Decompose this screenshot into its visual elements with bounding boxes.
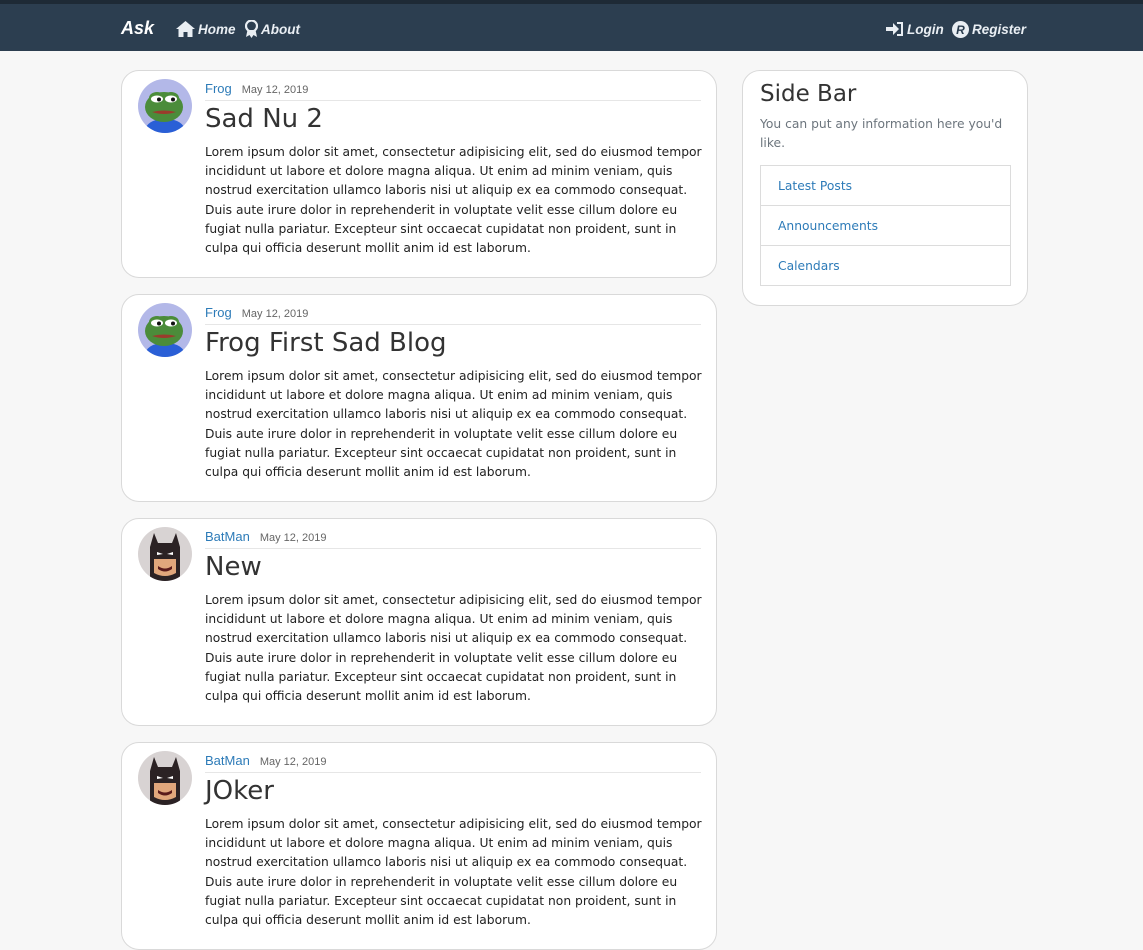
- post-card: Frog May 12, 2019 Sad Nu 2 Lorem ipsum d…: [121, 70, 717, 278]
- registered-icon: R: [952, 20, 969, 38]
- post-meta: Frog May 12, 2019: [205, 305, 701, 325]
- sidebar-title: Side Bar: [760, 81, 857, 107]
- post-content: Lorem ipsum dolor sit amet, consectetur …: [205, 817, 702, 928]
- nav-register-label: Register: [972, 21, 1027, 37]
- author-avatar[interactable]: [138, 527, 192, 581]
- post-card: BatMan May 12, 2019 JOker Lorem ipsum do…: [121, 742, 717, 950]
- batman-avatar-icon: [138, 527, 192, 581]
- nav-login-label: Login: [907, 21, 944, 37]
- sign-in-icon: [886, 22, 903, 36]
- nav-about-link[interactable]: About: [245, 19, 300, 39]
- post-title[interactable]: Sad Nu 2: [205, 104, 323, 134]
- post-card: BatMan May 12, 2019 New Lorem ipsum dolo…: [121, 518, 717, 726]
- nav-home-link[interactable]: Home: [176, 19, 236, 39]
- svg-text:R: R: [956, 23, 965, 37]
- top-navbar: Ask Home About Login R Register: [0, 0, 1143, 51]
- post-author-link[interactable]: Frog: [205, 305, 232, 320]
- sidebar-item-announcements[interactable]: Announcements: [761, 206, 1010, 246]
- post-author-link[interactable]: BatMan: [205, 753, 250, 768]
- sidebar-description: You can put any information here you'd l…: [760, 117, 1003, 150]
- author-avatar[interactable]: [138, 79, 192, 133]
- sidebar-item-latest-posts[interactable]: Latest Posts: [761, 166, 1010, 206]
- post-meta: BatMan May 12, 2019: [205, 753, 701, 773]
- post-title[interactable]: Frog First Sad Blog: [205, 328, 447, 358]
- post-meta: Frog May 12, 2019: [205, 81, 701, 101]
- nav-about-label: About: [261, 21, 300, 37]
- post-card: Frog May 12, 2019 Frog First Sad Blog Lo…: [121, 294, 717, 502]
- post-date: May 12, 2019: [259, 532, 327, 544]
- brand-logo[interactable]: Ask: [121, 18, 154, 39]
- post-content: Lorem ipsum dolor sit amet, consectetur …: [205, 145, 702, 256]
- home-icon: [176, 21, 195, 37]
- post-content: Lorem ipsum dolor sit amet, consectetur …: [205, 369, 702, 480]
- nav-home-label: Home: [198, 21, 236, 37]
- post-date: May 12, 2019: [259, 756, 327, 768]
- frog-avatar-icon: [138, 303, 192, 357]
- post-date: May 12, 2019: [241, 308, 309, 320]
- author-avatar[interactable]: [138, 303, 192, 357]
- post-content: Lorem ipsum dolor sit amet, consectetur …: [205, 593, 702, 704]
- post-title[interactable]: New: [205, 552, 262, 582]
- nav-login-link[interactable]: Login: [886, 19, 944, 39]
- author-avatar[interactable]: [138, 751, 192, 805]
- sidebar-card: Side Bar You can put any information her…: [742, 70, 1028, 306]
- post-title[interactable]: JOker: [205, 776, 274, 806]
- post-author-link[interactable]: BatMan: [205, 529, 250, 544]
- nav-register-link[interactable]: R Register: [952, 19, 1026, 39]
- sidebar-list: Latest Posts Announcements Calendars: [760, 165, 1011, 286]
- frog-avatar-icon: [138, 79, 192, 133]
- post-date: May 12, 2019: [241, 84, 309, 96]
- post-author-link[interactable]: Frog: [205, 81, 232, 96]
- award-icon: [245, 20, 258, 38]
- sidebar-item-calendars[interactable]: Calendars: [761, 246, 1010, 285]
- post-meta: BatMan May 12, 2019: [205, 529, 701, 549]
- batman-avatar-icon: [138, 751, 192, 805]
